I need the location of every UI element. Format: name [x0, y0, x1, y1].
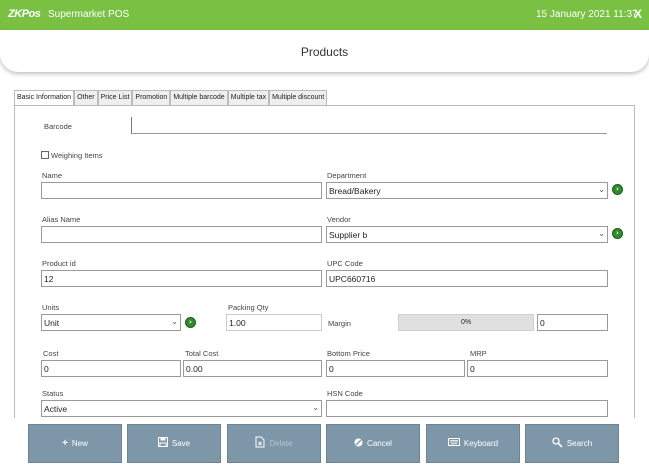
product-id-input[interactable]: 12 [41, 270, 322, 287]
save-icon [157, 437, 168, 450]
plus-icon: + [62, 438, 68, 449]
page-header: Products [0, 30, 649, 72]
bottom-price-label: Bottom Price [327, 349, 370, 358]
search-button[interactable]: Search [525, 424, 619, 463]
delete-file-icon [255, 436, 265, 451]
margin-label: Margin [328, 319, 351, 328]
barcode-input[interactable] [131, 117, 607, 134]
app-name: Supermarket POS [48, 9, 130, 20]
total-cost-input[interactable]: 0.00 [183, 360, 322, 377]
cancel-button[interactable]: Cancel [326, 424, 420, 463]
tab-multiple-tax[interactable]: Multiple tax [227, 90, 270, 105]
vendor-label: Vendor [327, 215, 351, 224]
barcode-label: Barcode [44, 122, 72, 131]
units-label: Units [42, 303, 60, 312]
chevron-down-icon: ⌄ [598, 229, 605, 238]
chevron-down-icon: ⌄ [171, 317, 178, 326]
product-id-label: Product id [42, 259, 76, 268]
chevron-down-icon: ⌄ [312, 403, 319, 412]
packing-qty-label: Packing Qty [228, 303, 269, 312]
keyboard-button[interactable]: Keyboard [426, 424, 520, 463]
vendor-select[interactable]: Supplier b ⌄ [326, 226, 608, 243]
department-value: Bread/Bakery [329, 186, 381, 196]
total-cost-label: Total Cost [185, 349, 219, 358]
datetime-display: 15 January 2021 11:37 [536, 9, 638, 20]
department-label: Department [327, 171, 367, 180]
chevron-down-icon: ⌄ [598, 185, 605, 194]
search-icon [552, 436, 563, 451]
units-value: Unit [44, 318, 60, 328]
tab-bar: Basic Information Other Price List Promo… [14, 90, 328, 106]
tab-other[interactable]: Other [74, 90, 98, 105]
bottom-price-input[interactable]: 0 [326, 360, 465, 377]
alias-name-input[interactable] [41, 226, 322, 243]
alias-name-label: Alias Name [42, 215, 81, 224]
title-bar: ZKPos Supermarket POS 15 January 2021 11… [0, 0, 649, 30]
department-select[interactable]: Bread/Bakery ⌄ [326, 182, 608, 199]
department-add-icon[interactable]: › [612, 184, 623, 195]
name-input[interactable] [41, 182, 322, 199]
packing-qty-input[interactable]: 1.00 [226, 314, 322, 331]
status-value: Active [44, 404, 68, 414]
units-add-icon[interactable]: › [185, 317, 196, 328]
mrp-label: MRP [470, 349, 487, 358]
hsn-code-input[interactable] [326, 400, 608, 417]
status-select[interactable]: Active ⌄ [41, 400, 322, 417]
close-button[interactable]: X [634, 7, 642, 21]
mrp-input[interactable]: 0 [467, 360, 608, 377]
margin-input[interactable]: 0 [537, 314, 608, 331]
tab-basic-information[interactable]: Basic Information [14, 90, 75, 106]
new-button[interactable]: + New [28, 424, 122, 463]
vendor-value: Supplier b [329, 230, 368, 240]
hsn-code-label: HSN Code [327, 389, 363, 398]
keyboard-icon [447, 438, 460, 449]
status-label: Status [42, 389, 64, 398]
tab-multiple-discount[interactable]: Multiple discount [269, 90, 328, 105]
margin-bar: 0% [398, 314, 534, 331]
cost-input[interactable]: 0 [41, 360, 181, 377]
cost-label: Cost [43, 349, 59, 358]
vendor-add-icon[interactable]: › [612, 228, 623, 239]
tab-price-list[interactable]: Price List [97, 90, 133, 105]
units-select[interactable]: Unit ⌄ [41, 314, 181, 331]
app-logo: ZKPos [8, 8, 41, 20]
delete-button[interactable]: Delete [227, 424, 321, 463]
weighing-items-checkbox[interactable] [41, 151, 49, 159]
save-button[interactable]: Save [127, 424, 221, 463]
name-label: Name [42, 171, 63, 180]
page-title: Products [300, 45, 349, 59]
tab-promotion[interactable]: Promotion [132, 90, 171, 105]
upc-code-input[interactable]: UPC660716 [326, 270, 608, 287]
tab-multiple-barcode[interactable]: Multiple barcode [170, 90, 228, 105]
cancel-icon [354, 438, 363, 450]
upc-code-label: UPC Code [327, 259, 363, 268]
weighing-items-label: Weighing Items [51, 151, 103, 160]
